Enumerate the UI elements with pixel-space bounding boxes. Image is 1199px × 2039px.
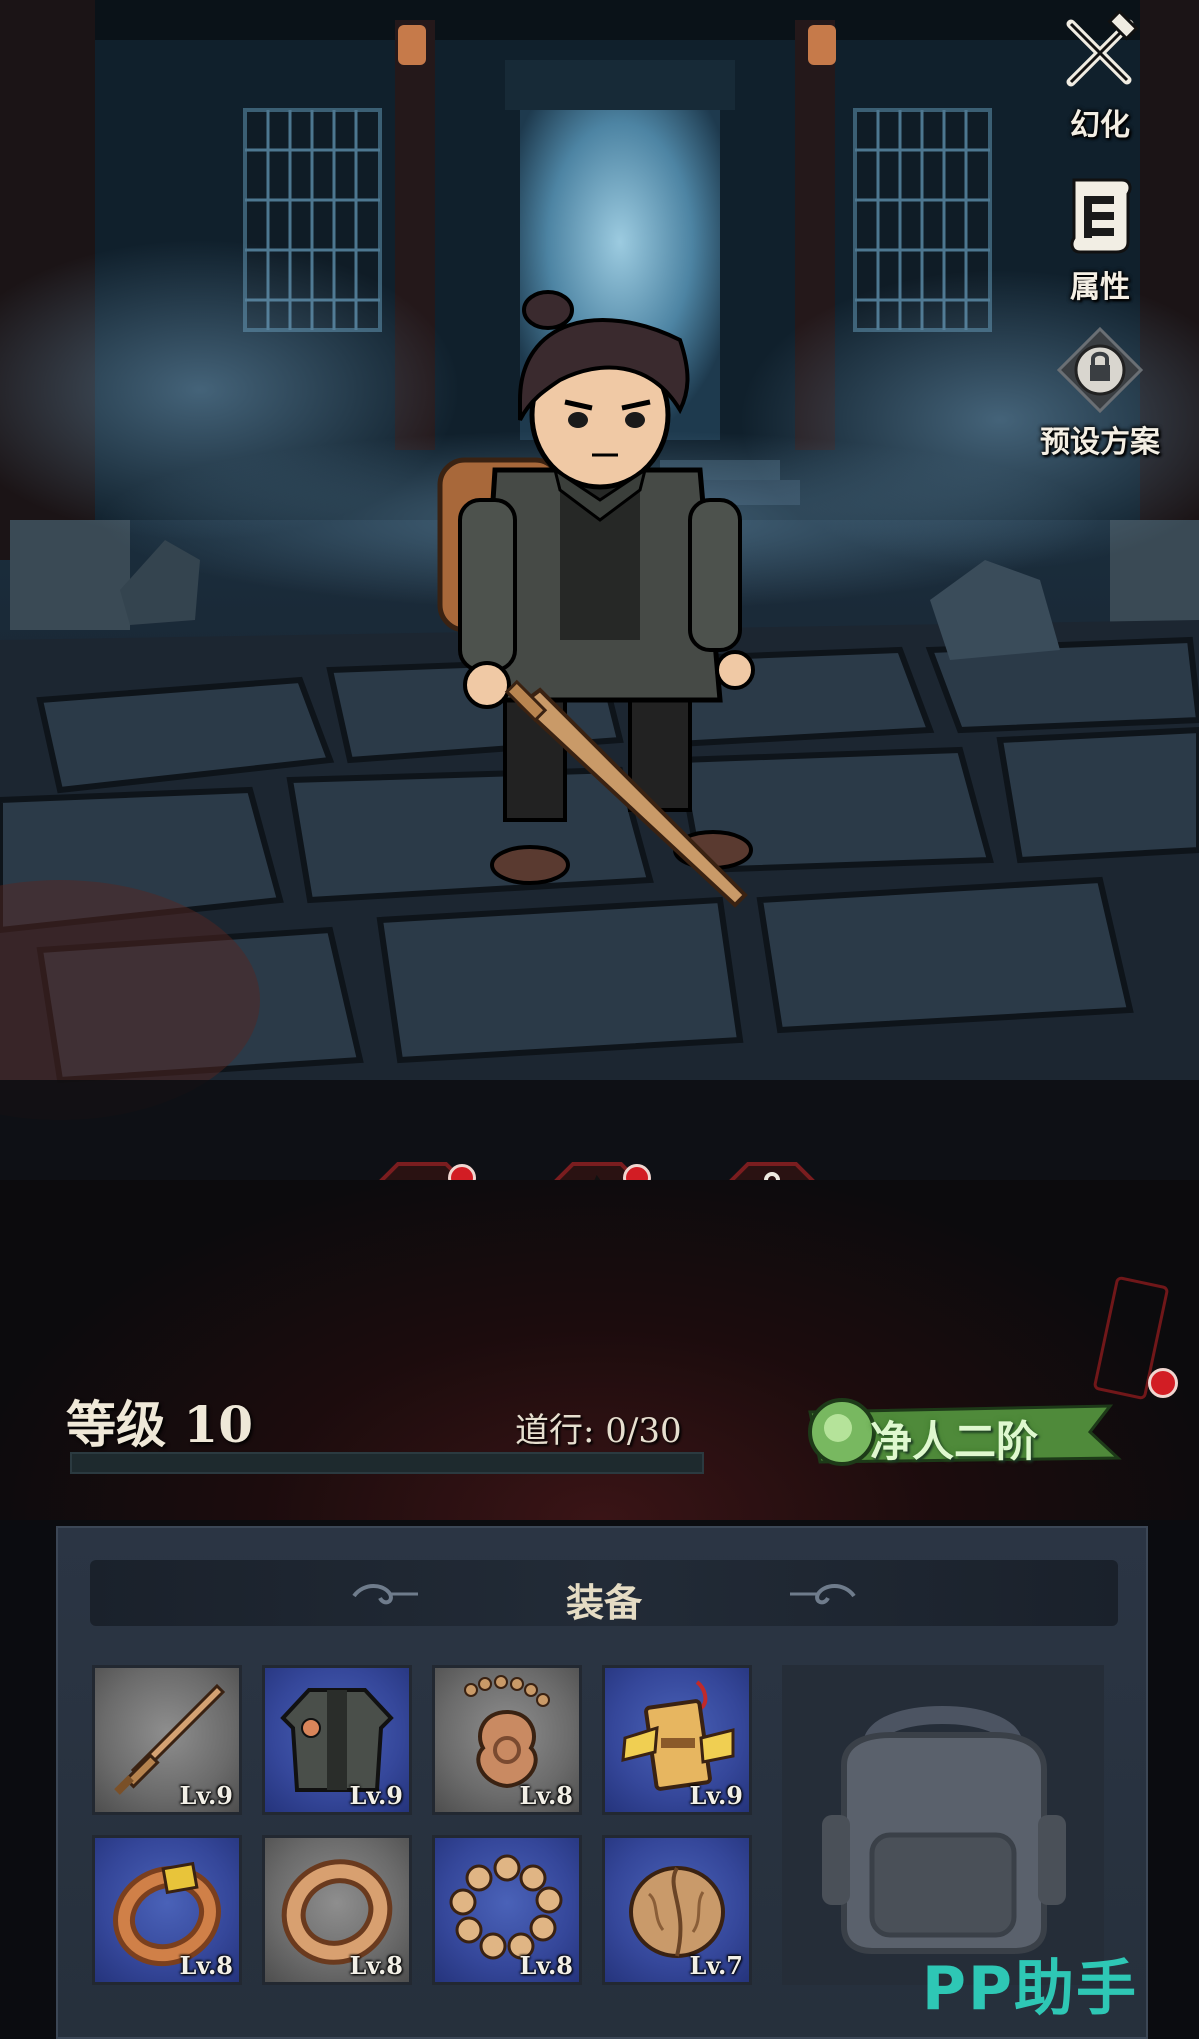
temple-background — [0, 0, 1199, 1180]
item-level: Lv.9 — [349, 1781, 403, 1810]
item-level: Lv.7 — [689, 1951, 743, 1980]
notification-dot — [1148, 1368, 1178, 1398]
item-level: Lv.8 — [519, 1781, 573, 1810]
experience-bar — [70, 1452, 704, 1474]
equipment-slot-walnut[interactable]: Lv.7 — [602, 1835, 752, 1985]
crossed-swords-icon — [1055, 8, 1145, 98]
lock-gear-icon — [1055, 325, 1145, 415]
rank-label: 净人二阶 — [870, 1417, 1039, 1466]
side-button-presets[interactable]: 预设方案 — [1030, 325, 1170, 461]
game-scene — [0, 0, 1199, 1180]
equipment-slot-weapon[interactable]: Lv.9 — [92, 1665, 242, 1815]
item-level: Lv.8 — [519, 1951, 573, 1980]
equipment-slot-pendant[interactable]: Lv.8 — [432, 1665, 582, 1815]
watermark-logo: PP助手 — [922, 1954, 1138, 2024]
side-button-transform[interactable]: 幻化 — [1030, 8, 1170, 144]
equipment-slot-armor[interactable]: Lv.9 — [262, 1665, 412, 1815]
equipment-header: 装备 — [90, 1560, 1118, 1626]
item-level: Lv.9 — [179, 1781, 233, 1810]
item-level: Lv.8 — [179, 1951, 233, 1980]
side-button-label: 属性 — [1070, 270, 1130, 305]
equipment-slot-bracelet[interactable]: Lv.8 — [432, 1835, 582, 1985]
item-level: Lv.8 — [349, 1951, 403, 1980]
scroll-icon — [1055, 170, 1145, 260]
player-level: 等级 10 — [66, 1395, 253, 1454]
backpack-icon — [822, 1706, 1066, 1954]
item-level: Lv.9 — [689, 1781, 743, 1810]
equipment-slot-ring-1[interactable]: Lv.8 — [92, 1835, 242, 1985]
equipment-title: 装备 — [565, 1580, 642, 1625]
equipment-slot-ring-2[interactable]: Lv.8 — [262, 1835, 412, 1985]
side-button-attributes[interactable]: 属性 — [1030, 170, 1170, 306]
inventory-backpack-button[interactable] — [782, 1665, 1104, 1985]
side-button-label: 幻化 — [1070, 108, 1130, 143]
side-button-label: 预设方案 — [1040, 425, 1160, 460]
equipment-slot-talisman[interactable]: Lv.9 — [602, 1665, 752, 1815]
experience-label: 道行: 0/30 — [515, 1411, 682, 1451]
cloud-swirl-icon — [790, 1584, 856, 1605]
